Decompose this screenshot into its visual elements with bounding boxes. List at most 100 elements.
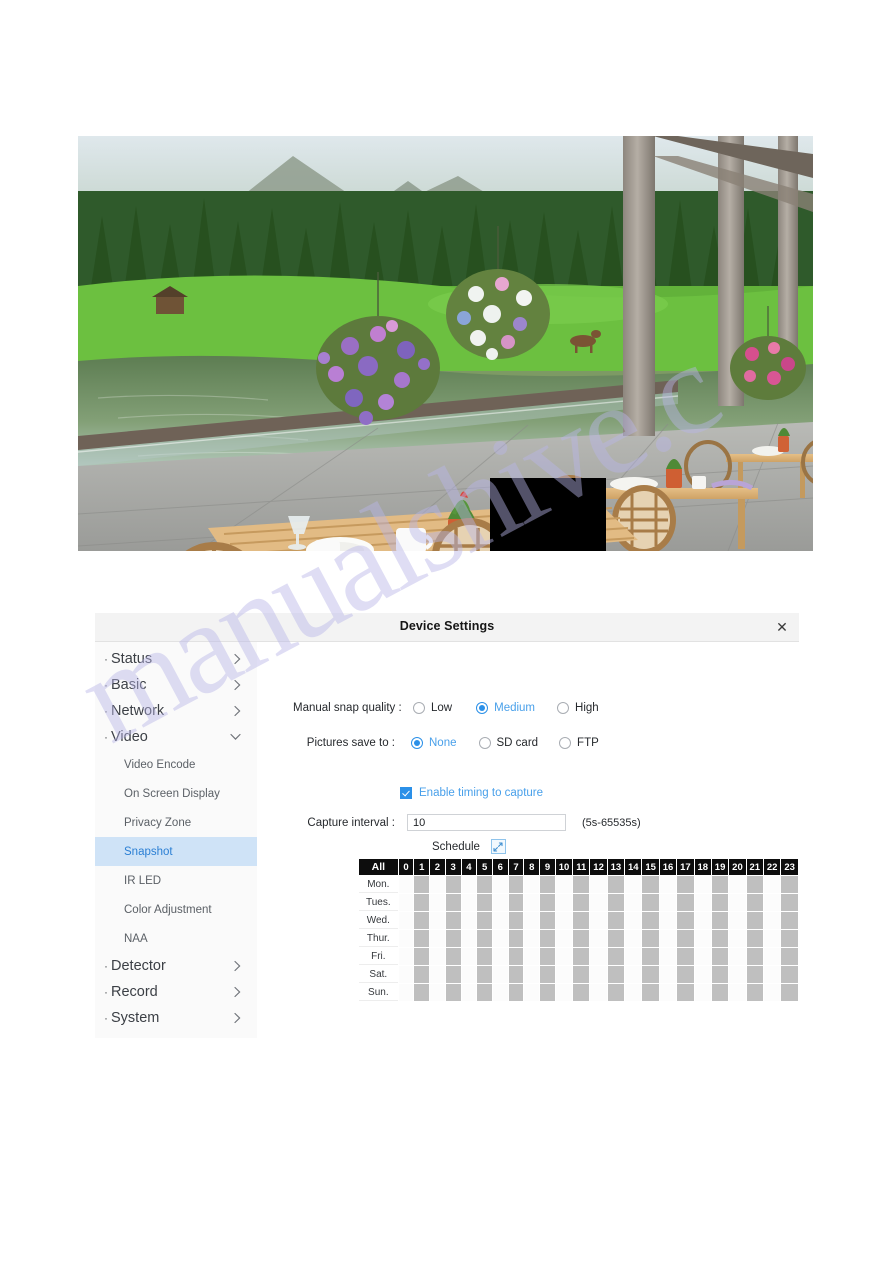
schedule-slot[interactable] — [625, 912, 642, 929]
radio-save-to-none[interactable]: None — [411, 737, 457, 749]
schedule-slot[interactable] — [694, 876, 711, 893]
schedule-slot[interactable] — [607, 912, 625, 929]
schedule-slot[interactable] — [461, 966, 477, 983]
schedule-slot[interactable] — [642, 894, 659, 911]
schedule-slot[interactable] — [625, 984, 642, 1001]
schedule-slot[interactable] — [461, 876, 477, 893]
schedule-hour-header[interactable]: 5 — [477, 859, 492, 875]
schedule-slot[interactable] — [573, 984, 590, 1001]
sidebar-group-network[interactable]: · Network — [95, 698, 257, 724]
capture-interval-input[interactable] — [407, 814, 566, 831]
sidebar-group-detector[interactable]: · Detector — [95, 953, 257, 979]
schedule-hour-header[interactable]: 18 — [694, 859, 711, 875]
schedule-slot[interactable] — [729, 876, 746, 893]
schedule-hour-header[interactable]: 7 — [508, 859, 524, 875]
schedule-slot[interactable] — [729, 966, 746, 983]
schedule-slot[interactable] — [414, 930, 430, 947]
schedule-slot[interactable] — [477, 876, 492, 893]
schedule-slot[interactable] — [590, 984, 607, 1001]
schedule-hour-header[interactable]: 13 — [607, 859, 625, 875]
schedule-slot[interactable] — [781, 930, 798, 947]
schedule-slot[interactable] — [540, 966, 555, 983]
schedule-slot[interactable] — [677, 984, 694, 1001]
schedule-slot[interactable] — [398, 912, 414, 929]
schedule-slot[interactable] — [461, 930, 477, 947]
schedule-slot[interactable] — [445, 894, 461, 911]
sidebar-item-on-screen-display[interactable]: On Screen Display — [95, 779, 257, 808]
sidebar-item-color-adjustment[interactable]: Color Adjustment — [95, 895, 257, 924]
schedule-slot[interactable] — [746, 966, 763, 983]
schedule-slot[interactable] — [729, 894, 746, 911]
schedule-hour-header[interactable]: 17 — [677, 859, 694, 875]
schedule-slot[interactable] — [746, 930, 763, 947]
schedule-slot[interactable] — [729, 948, 746, 965]
schedule-hour-header[interactable]: 6 — [492, 859, 508, 875]
schedule-slot[interactable] — [461, 984, 477, 1001]
schedule-hour-header[interactable]: 1 — [414, 859, 430, 875]
schedule-slot[interactable] — [445, 930, 461, 947]
schedule-slot[interactable] — [524, 948, 540, 965]
sidebar-group-video[interactable]: · Video — [95, 724, 257, 750]
schedule-slot[interactable] — [508, 966, 524, 983]
schedule-slot[interactable] — [711, 876, 729, 893]
schedule-slot[interactable] — [477, 894, 492, 911]
schedule-slot[interactable] — [711, 984, 729, 1001]
schedule-slot[interactable] — [398, 984, 414, 1001]
schedule-slot[interactable] — [590, 930, 607, 947]
schedule-slot[interactable] — [430, 912, 445, 929]
schedule-slot[interactable] — [414, 984, 430, 1001]
schedule-slot[interactable] — [555, 912, 573, 929]
schedule-slot[interactable] — [607, 894, 625, 911]
schedule-slot[interactable] — [607, 876, 625, 893]
schedule-slot[interactable] — [694, 984, 711, 1001]
schedule-slot[interactable] — [781, 948, 798, 965]
schedule-slot[interactable] — [642, 876, 659, 893]
schedule-hour-header[interactable]: 3 — [445, 859, 461, 875]
enable-timing-to-capture-checkbox[interactable]: Enable timing to capture — [400, 787, 543, 799]
radio-snap-quality-high[interactable]: High — [557, 702, 599, 714]
schedule-slot[interactable] — [763, 966, 781, 983]
schedule-slot[interactable] — [659, 930, 677, 947]
schedule-slot[interactable] — [711, 966, 729, 983]
schedule-slot[interactable] — [555, 948, 573, 965]
schedule-slot[interactable] — [492, 966, 508, 983]
schedule-slot[interactable] — [677, 894, 694, 911]
schedule-slot[interactable] — [590, 948, 607, 965]
schedule-slot[interactable] — [694, 894, 711, 911]
schedule-hour-header[interactable]: 22 — [763, 859, 781, 875]
schedule-slot[interactable] — [555, 966, 573, 983]
schedule-slot[interactable] — [781, 966, 798, 983]
schedule-slot[interactable] — [590, 912, 607, 929]
schedule-slot[interactable] — [711, 894, 729, 911]
schedule-hour-header[interactable]: 8 — [524, 859, 540, 875]
schedule-slot[interactable] — [430, 930, 445, 947]
schedule-slot[interactable] — [781, 912, 798, 929]
schedule-slot[interactable] — [659, 966, 677, 983]
schedule-slot[interactable] — [492, 894, 508, 911]
schedule-slot[interactable] — [642, 966, 659, 983]
schedule-slot[interactable] — [477, 930, 492, 947]
schedule-slot[interactable] — [763, 876, 781, 893]
radio-snap-quality-low[interactable]: Low — [413, 702, 452, 714]
schedule-slot[interactable] — [763, 948, 781, 965]
sidebar-item-video-encode[interactable]: Video Encode — [95, 750, 257, 779]
schedule-slot[interactable] — [659, 912, 677, 929]
schedule-slot[interactable] — [573, 912, 590, 929]
schedule-slot[interactable] — [445, 984, 461, 1001]
schedule-day-label[interactable]: Sun. — [359, 984, 398, 1001]
schedule-slot[interactable] — [398, 876, 414, 893]
schedule-slot[interactable] — [573, 930, 590, 947]
schedule-slot[interactable] — [524, 966, 540, 983]
sidebar-item-privacy-zone[interactable]: Privacy Zone — [95, 808, 257, 837]
schedule-day-label[interactable]: Mon. — [359, 876, 398, 893]
schedule-slot[interactable] — [590, 966, 607, 983]
schedule-slot[interactable] — [763, 912, 781, 929]
schedule-hour-header[interactable]: 12 — [590, 859, 607, 875]
sidebar-item-naa[interactable]: NAA — [95, 924, 257, 953]
schedule-slot[interactable] — [659, 876, 677, 893]
schedule-slot[interactable] — [430, 894, 445, 911]
schedule-slot[interactable] — [492, 876, 508, 893]
schedule-slot[interactable] — [540, 984, 555, 1001]
schedule-slot[interactable] — [746, 984, 763, 1001]
schedule-slot[interactable] — [430, 876, 445, 893]
